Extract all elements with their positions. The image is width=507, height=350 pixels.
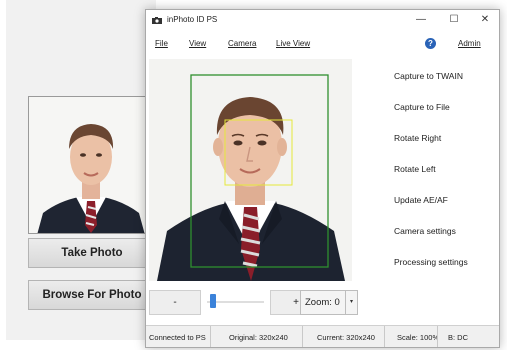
status-connection: Connected to PS	[146, 326, 211, 347]
status-original-size: Original: 320x240	[211, 326, 303, 347]
menu-view[interactable]: View	[189, 39, 206, 48]
status-bar: Connected to PS Original: 320x240 Curren…	[146, 325, 499, 347]
camera-app-icon	[152, 17, 162, 24]
desktop: Take Photo Browse For Photo inPhoto ID P…	[0, 0, 507, 350]
portrait-image-small	[29, 97, 151, 233]
browse-for-photo-button[interactable]: Browse For Photo	[28, 280, 156, 310]
help-icon[interactable]: ?	[425, 38, 436, 49]
capture-to-file-button[interactable]: Capture to File	[394, 102, 450, 112]
zoom-slider[interactable]	[207, 293, 264, 311]
status-current-size: Current: 320x240	[303, 326, 385, 347]
menu-bar: File View Camera Live View ? Admin	[146, 34, 499, 54]
rotate-right-button[interactable]: Rotate Right	[394, 133, 441, 143]
chevron-down-icon[interactable]: ▾	[345, 291, 357, 314]
title-bar[interactable]: inPhoto ID PS — ☐ ✕	[146, 10, 499, 32]
close-icon[interactable]: ✕	[474, 11, 496, 29]
zoom-value: Zoom: 0	[305, 297, 340, 308]
inphoto-window: inPhoto ID PS — ☐ ✕ File View Camera Liv…	[145, 9, 500, 348]
maximize-icon[interactable]: ☐	[443, 11, 465, 29]
portrait-image-large	[149, 59, 352, 281]
rotate-left-button[interactable]: Rotate Left	[394, 164, 436, 174]
zoom-select[interactable]: Zoom: 0 ▾	[300, 290, 358, 315]
update-ae-af-button[interactable]: Update AE/AF	[394, 195, 448, 205]
camera-live-view[interactable]	[149, 59, 352, 281]
processing-settings-button[interactable]: Processing settings	[394, 257, 468, 267]
slider-thumb[interactable]	[210, 294, 216, 308]
camera-settings-button[interactable]: Camera settings	[394, 226, 456, 236]
take-photo-button[interactable]: Take Photo	[28, 238, 156, 268]
minimize-icon[interactable]: —	[410, 11, 432, 29]
status-scale: Scale: 100%	[385, 326, 438, 347]
window-title: inPhoto ID PS	[167, 15, 218, 24]
capture-to-twain-button[interactable]: Capture to TWAIN	[394, 71, 463, 81]
menu-admin[interactable]: Admin	[458, 39, 481, 48]
menu-camera[interactable]: Camera	[228, 39, 256, 48]
menu-live-view[interactable]: Live View	[276, 39, 310, 48]
background-photo-preview	[28, 96, 152, 234]
menu-file[interactable]: File	[155, 39, 168, 48]
status-mode: B: DC	[448, 333, 469, 342]
zoom-out-button[interactable]: -	[149, 290, 201, 315]
